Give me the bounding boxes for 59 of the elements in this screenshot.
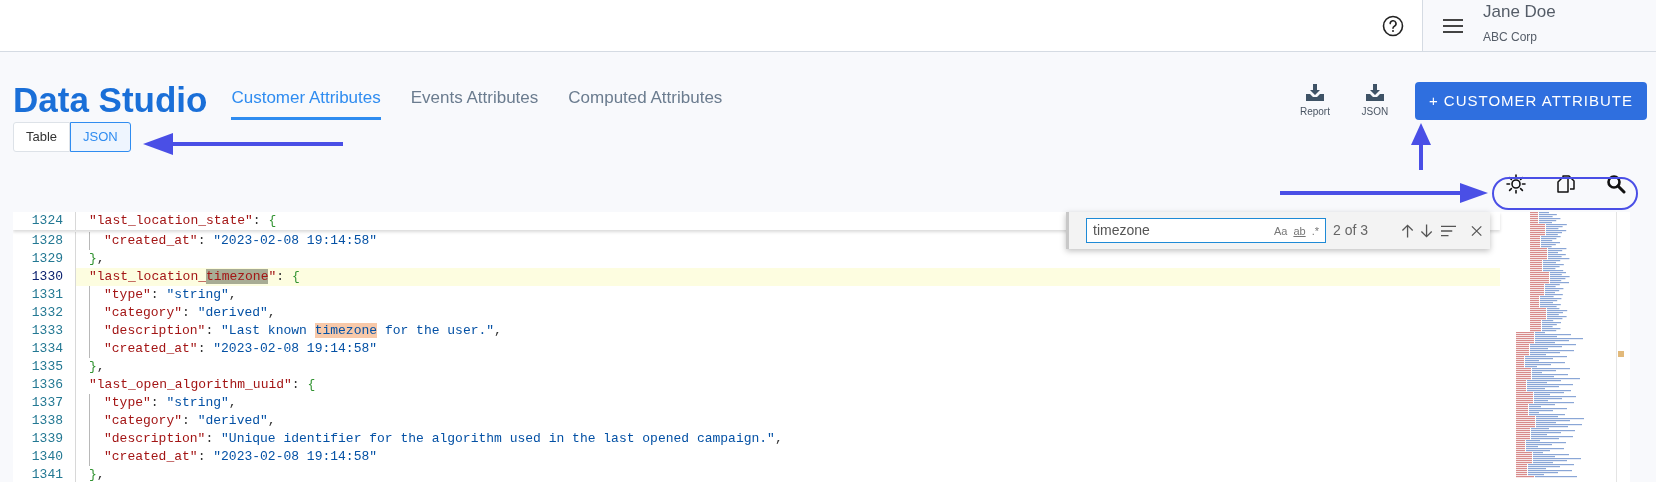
annotation-arrow: [1411, 123, 1431, 170]
code-line: "type": "string",: [89, 394, 237, 412]
code-line: "category": "derived",: [89, 412, 276, 430]
close-icon[interactable]: [1470, 224, 1482, 237]
code-line: "created_at": "2023-02-08 19:14:58": [89, 448, 378, 466]
code-line: "last_location_timezone": {: [89, 268, 300, 286]
user-name: Jane Doe: [1483, 0, 1556, 23]
arrow-down-icon[interactable]: [1419, 222, 1433, 239]
line-number: 1336: [30, 376, 63, 394]
code-line: },: [89, 250, 105, 268]
brightness-icon[interactable]: [1506, 173, 1526, 194]
match-marker: [1618, 351, 1624, 357]
code-line: "category": "derived",: [89, 304, 276, 322]
line-number: 1329: [30, 250, 63, 268]
find-option-toggle[interactable]: Aa: [1273, 223, 1288, 238]
line-number: 1339: [30, 430, 63, 448]
download-button[interactable]: Report: [1292, 83, 1337, 119]
view-toggle-button[interactable]: Table: [13, 122, 71, 152]
code-line: },: [89, 358, 105, 376]
company-name: ABC Corp: [1483, 29, 1539, 47]
code-line: "created_at": "2023-02-08 19:14:58": [89, 340, 378, 358]
arrow-up-icon[interactable]: [1400, 222, 1414, 239]
find-input[interactable]: timezone Aa ab .*: [1086, 218, 1326, 243]
line-number: 1328: [30, 232, 63, 250]
line-number: 1338: [30, 412, 63, 430]
code-line: "description": "Last known timezone for the user.",: [89, 322, 502, 340]
match-count: 2 of 3: [1333, 221, 1370, 240]
line-number: 1337: [30, 394, 63, 412]
search-icon[interactable]: [1606, 173, 1626, 194]
download-icon: [1365, 83, 1384, 101]
line-number: 1334: [30, 340, 63, 358]
line-number: 1335: [30, 358, 63, 376]
download-icon: [1305, 83, 1324, 101]
line-number: 1333: [30, 322, 63, 340]
line-number: 1332: [30, 304, 63, 322]
view-toggle-button[interactable]: JSON: [70, 122, 131, 152]
line-number: 1340: [30, 448, 63, 466]
find-option-toggle[interactable]: .*: [1311, 223, 1319, 238]
line-number: 1324: [30, 212, 63, 230]
code-line: "created_at": "2023-02-08 19:14:58": [89, 232, 378, 250]
tab[interactable]: Computed Attributes: [568, 87, 723, 120]
help-icon[interactable]: [1382, 14, 1404, 37]
line-number: 1330: [30, 268, 63, 286]
line-number: 1331: [30, 286, 63, 304]
selection-icon[interactable]: [1440, 224, 1456, 237]
download-button[interactable]: JSON: [1352, 83, 1397, 119]
code-line: "last_open_algorithm_uuid": {: [89, 376, 316, 394]
page-title: Data Studio: [13, 80, 208, 120]
code-line: "description": "Unique identifier for the algorithm used in the last opened campaign.",: [89, 430, 783, 448]
add-attribute-button[interactable]: + CUSTOMER ATTRIBUTE: [1414, 82, 1647, 120]
copy-icon[interactable]: [1556, 173, 1576, 194]
menu-icon[interactable]: [1443, 17, 1463, 34]
find-option-toggle[interactable]: ab: [1293, 223, 1306, 238]
tab[interactable]: Events Attributes: [410, 87, 539, 120]
line-number: 1341: [30, 466, 63, 482]
code-line: "last_location_state": {: [89, 212, 277, 230]
code-line: },: [89, 466, 105, 482]
code-line: "type": "string",: [89, 286, 237, 304]
tab[interactable]: Customer Attributes: [231, 87, 381, 120]
